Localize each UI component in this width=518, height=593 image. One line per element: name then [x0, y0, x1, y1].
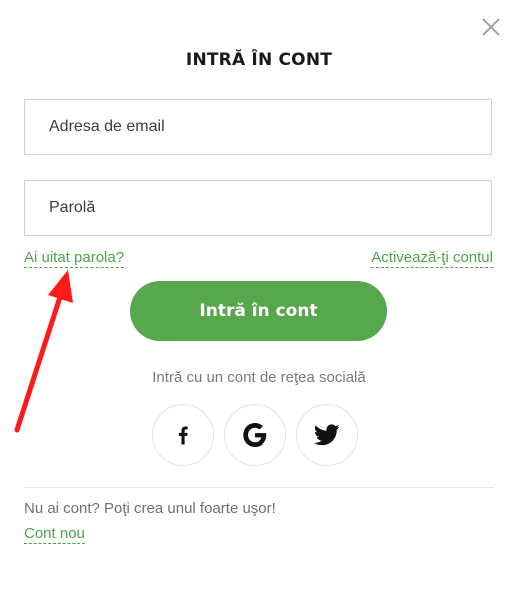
no-account-text: Nu ai cont? Poţi crea unul foarte uşor!: [24, 500, 276, 517]
password-field-container: [24, 180, 492, 236]
password-field[interactable]: [25, 181, 491, 235]
close-button[interactable]: [481, 17, 501, 37]
facebook-icon: [178, 426, 188, 445]
login-modal: INTRĂ ÎN CONT Ai uitat parola? Activează…: [0, 0, 518, 593]
activate-account-link[interactable]: Activează-ţi contul: [371, 249, 493, 268]
modal-title: INTRĂ ÎN CONT: [185, 50, 333, 70]
email-field[interactable]: [25, 100, 491, 154]
twitter-login-button[interactable]: [296, 404, 358, 466]
new-account-link[interactable]: Cont nou: [24, 525, 85, 544]
google-icon: [243, 423, 267, 447]
forgot-password-link[interactable]: Ai uitat parola?: [24, 249, 125, 268]
google-login-button[interactable]: [224, 404, 286, 466]
close-icon: [482, 18, 500, 36]
facebook-login-button[interactable]: [152, 404, 214, 466]
section-divider: [24, 487, 494, 488]
login-button[interactable]: Intră în cont: [130, 281, 387, 341]
email-field-container: [24, 99, 492, 155]
twitter-icon: [314, 424, 340, 446]
social-login-caption: Intră cu un cont de reţea socială: [152, 369, 366, 386]
